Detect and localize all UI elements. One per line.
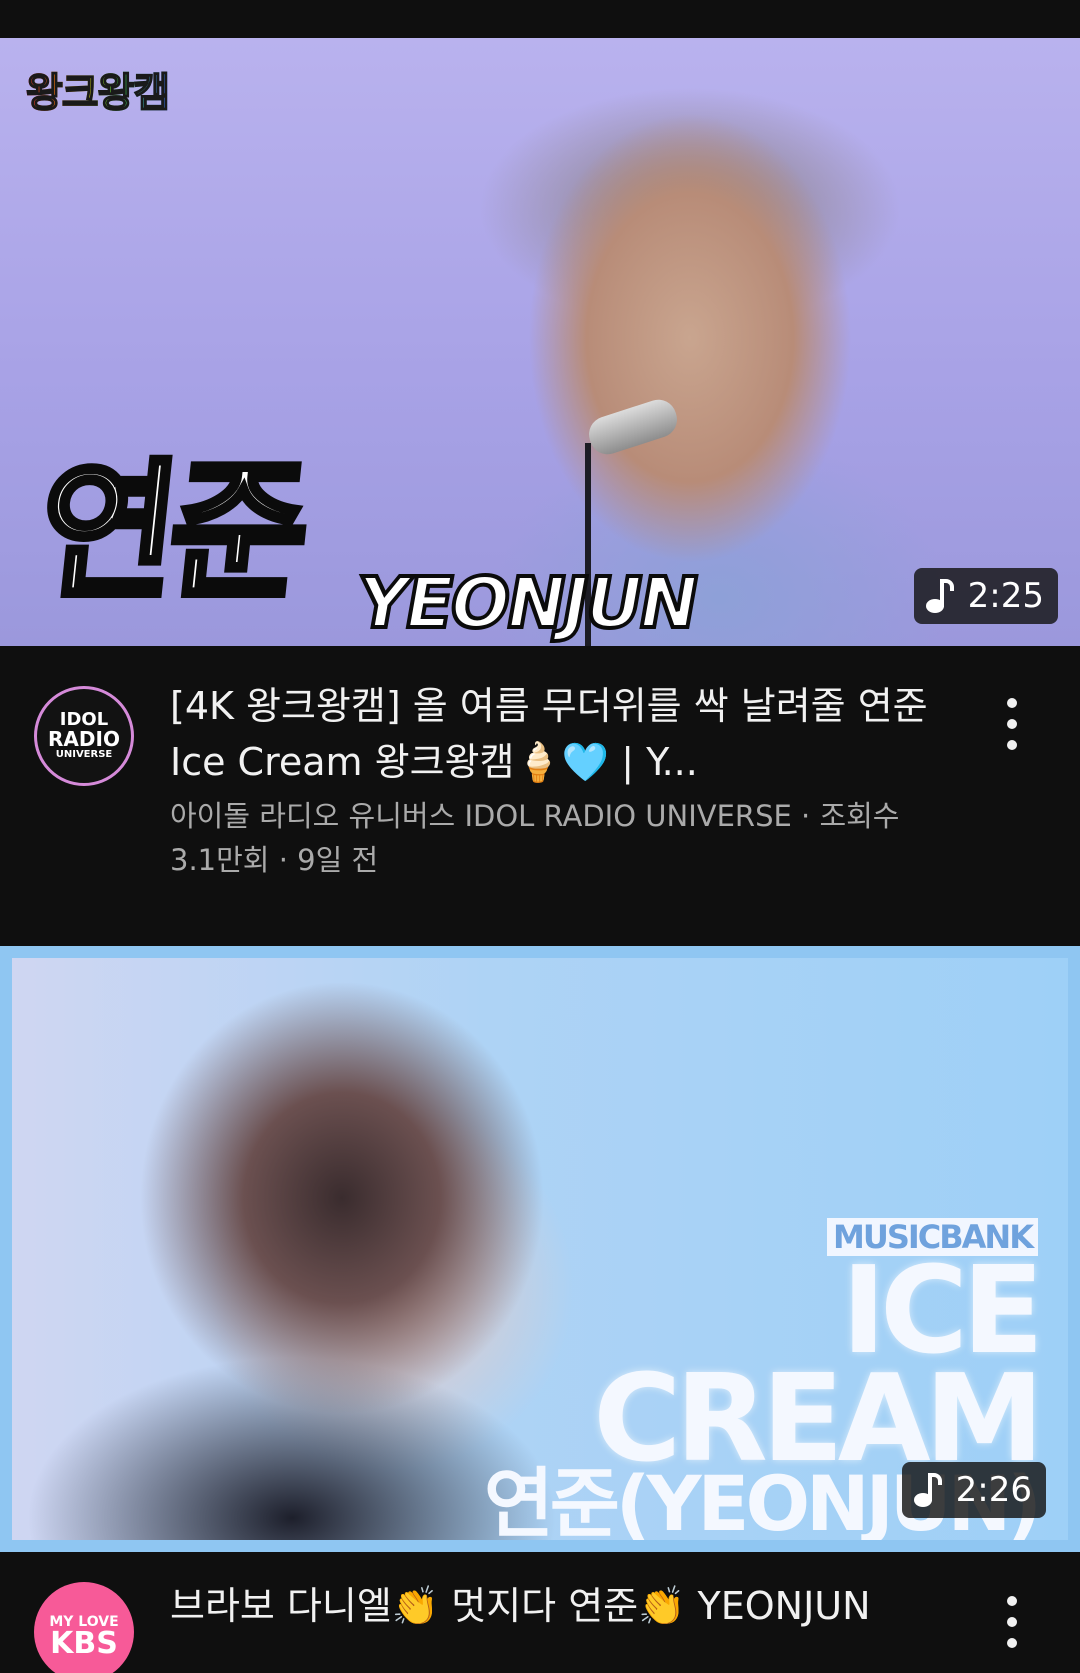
video-title[interactable]: 브라보 다니엘👏 멋지다 연준👏 YEONJUN bbox=[170, 1578, 950, 1634]
more-vert-icon[interactable] bbox=[1000, 1596, 1024, 1648]
thumbnail-overlay-korean: 연준 bbox=[28, 443, 312, 623]
more-vert-icon[interactable] bbox=[1000, 698, 1024, 750]
channel-avatar[interactable]: MY LOVE KBS bbox=[34, 1582, 134, 1673]
video-thumbnail[interactable]: MUSICBANK ICE CREAM 연준(YEONJUN) 2:26 bbox=[0, 946, 1080, 1552]
channel-avatar[interactable]: IDOL RADIO UNIVERSE bbox=[34, 686, 134, 786]
music-note-icon bbox=[913, 1471, 942, 1509]
thumbnail-overlay-english: YEONJUN bbox=[349, 560, 705, 646]
song-title-line2: CREAM bbox=[593, 1350, 1044, 1489]
duration-badge: 2:25 bbox=[913, 568, 1058, 624]
video-details: IDOL RADIO UNIVERSE [4K 왕크왕캠] 올 여름 무더위를 … bbox=[0, 646, 1080, 946]
video-title[interactable]: [4K 왕크왕캠] 올 여름 무더위를 싹 날려줄 연준 Ice Cream 왕… bbox=[170, 678, 950, 790]
music-note-icon bbox=[925, 577, 954, 615]
duration-text: 2:25 bbox=[967, 576, 1044, 616]
channel-corner-logo: 왕크왕캠 bbox=[25, 60, 171, 118]
song-title-overlay: ICE CREAM bbox=[593, 1252, 1044, 1489]
duration-badge: 2:26 bbox=[901, 1462, 1046, 1518]
duration-text: 2:26 bbox=[955, 1470, 1032, 1510]
avatar-text-line2: RADIO bbox=[48, 727, 120, 751]
video-details: MY LOVE KBS 브라보 다니엘👏 멋지다 연준👏 YEONJUN bbox=[0, 1552, 1080, 1673]
avatar-text-line3: UNIVERSE bbox=[55, 749, 113, 760]
video-thumbnail[interactable]: 왕크왕캠 연준 YEONJUN 2:25 bbox=[0, 38, 1080, 646]
video-metadata: 아이돌 라디오 유니버스 IDOL RADIO UNIVERSE · 조회수 3… bbox=[170, 799, 900, 877]
microphone-graphic bbox=[584, 395, 682, 459]
video-feed: 왕크왕캠 연준 YEONJUN 2:25 IDOL RADIO UNIVERSE… bbox=[0, 0, 1080, 1673]
status-bar-area bbox=[0, 0, 1080, 38]
avatar-text-line2: KBS bbox=[50, 1626, 118, 1661]
